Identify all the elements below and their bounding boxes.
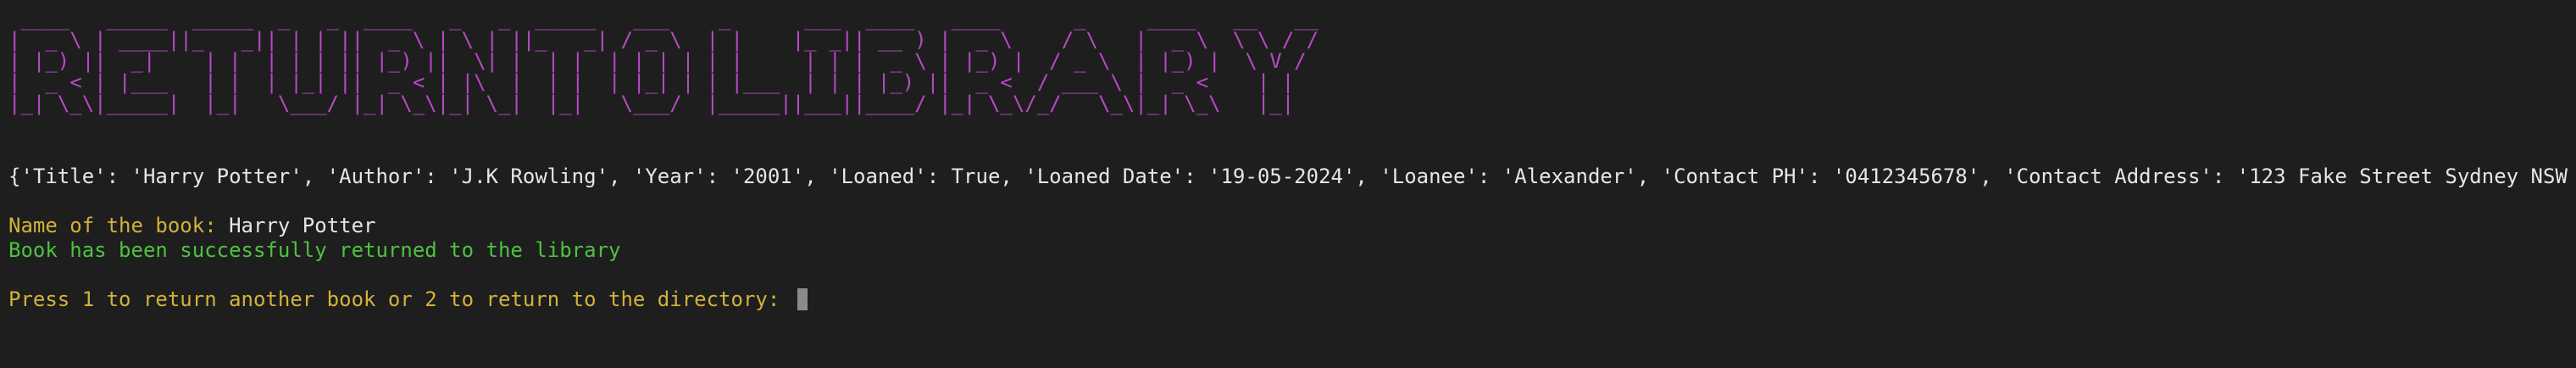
ascii-banner: ____ _____ _____ _ _ ____ _ _ _____ ___ … — [8, 8, 2568, 127]
book-name-input-value[interactable]: Harry Potter — [229, 214, 375, 237]
success-message: Book has been successfully returned to t… — [8, 238, 621, 262]
menu-prompt-line[interactable]: Press 1 to return another book or 2 to r… — [8, 287, 2568, 312]
text-cursor[interactable] — [797, 288, 808, 310]
book-name-label: Name of the book: — [8, 214, 230, 237]
book-record-line: {'Title': 'Harry Potter', 'Author': 'J.K… — [8, 164, 2576, 188]
menu-prompt-text: Press 1 to return another book or 2 to r… — [8, 287, 792, 311]
ascii-banner-art: ____ _____ _____ _ _ ____ _ _ _____ ___ … — [8, 7, 1319, 115]
terminal-window[interactable]: ____ _____ _____ _ _ ____ _ _ _____ ___ … — [8, 8, 2568, 360]
book-name-prompt-line: Name of the book: Harry Potter — [8, 214, 2568, 238]
